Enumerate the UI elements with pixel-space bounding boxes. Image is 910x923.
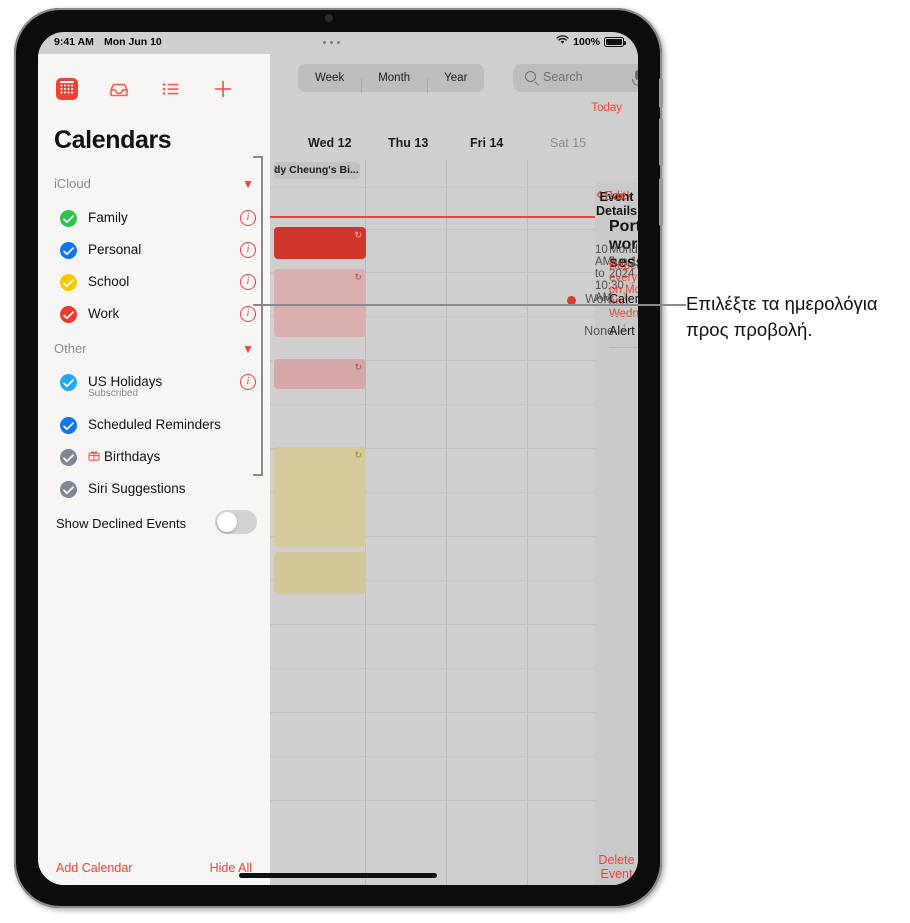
calendar-label: Scheduled Reminders xyxy=(88,417,221,432)
group-label-other: Other xyxy=(54,341,87,356)
calendar-label: School xyxy=(88,274,130,289)
calendar-event-block[interactable]: ↻ xyxy=(274,359,366,389)
calendar-view-icon[interactable] xyxy=(56,78,78,100)
checkmark-icon xyxy=(60,417,77,434)
microphone-icon[interactable] xyxy=(632,70,638,86)
home-indicator[interactable] xyxy=(239,873,437,878)
event-details-panel: Back Event Details Edit Portfolio work s… xyxy=(567,182,638,885)
segment-month[interactable]: Month xyxy=(361,72,427,93)
edit-button[interactable]: Edit xyxy=(604,189,626,203)
calendar-row-work[interactable]: Work i xyxy=(54,302,256,332)
day-header-wed[interactable]: Wed 12 xyxy=(308,136,352,150)
detail-value: None xyxy=(584,324,614,338)
status-time: 9:41 AM xyxy=(54,36,94,48)
column-separator xyxy=(446,160,447,885)
repeat-icon: ↻ xyxy=(354,450,362,460)
add-event-icon[interactable] xyxy=(212,78,234,100)
segment-week[interactable]: Week xyxy=(298,72,361,84)
calendar-label: Family xyxy=(88,210,128,225)
volume-up-button[interactable] xyxy=(659,118,663,166)
show-declined-label: Show Declined Events xyxy=(56,516,187,531)
calendar-row-siri-suggestions[interactable]: Siri Suggestions xyxy=(54,477,256,507)
checkmark-icon xyxy=(60,481,77,498)
callout-bracket xyxy=(253,156,263,476)
calendar-row-birthdays[interactable]: Birthdays xyxy=(54,445,256,475)
day-header-sat[interactable]: Sat 15 xyxy=(550,136,586,150)
calendar-label: Birthdays xyxy=(104,449,161,464)
repeat-icon: ↻ xyxy=(354,362,362,372)
detail-row-alert[interactable]: Alert None ↕ xyxy=(584,316,638,348)
calendar-event-block[interactable]: ↻ xyxy=(274,227,366,259)
delete-event-button[interactable]: Delete Event xyxy=(595,853,638,881)
checkmark-icon xyxy=(60,242,77,259)
calendar-label: Personal xyxy=(88,242,142,257)
column-separator xyxy=(527,160,528,885)
checkmark-icon xyxy=(60,449,77,466)
calendar-row-scheduled-reminders[interactable]: Scheduled Reminders xyxy=(54,413,256,443)
battery-icon xyxy=(604,36,626,47)
show-declined-toggle[interactable] xyxy=(215,510,257,534)
current-time-indicator xyxy=(270,216,638,218)
stepper-chevrons-icon[interactable]: ↕ xyxy=(622,290,628,301)
checkmark-icon xyxy=(60,306,77,323)
calendar-label: Work xyxy=(88,306,120,321)
day-header-thu[interactable]: Thu 13 xyxy=(388,136,428,150)
calendar-row-school[interactable]: School i xyxy=(54,270,256,300)
checkmark-icon xyxy=(60,274,77,291)
front-camera-icon xyxy=(325,14,333,22)
checkmark-icon xyxy=(60,210,77,227)
detail-row-calendar[interactable]: Calendar Work ↕ xyxy=(567,284,638,316)
add-calendar-button[interactable]: Add Calendar xyxy=(56,861,132,875)
group-header-other[interactable]: Other ▼ xyxy=(54,341,254,356)
search-icon xyxy=(525,71,536,82)
calendar-row-family[interactable]: Family i xyxy=(54,206,256,236)
calendar-row-personal[interactable]: Personal i xyxy=(54,238,256,268)
calendar-label: Siri Suggestions xyxy=(88,481,186,496)
status-date: Mon Jun 10 xyxy=(104,36,162,48)
repeat-icon: ↻ xyxy=(354,272,362,282)
search-placeholder: Search xyxy=(543,70,583,84)
all-day-event-pill[interactable]: dy Cheung's Bi... ↻ xyxy=(274,162,360,179)
stepper-chevrons-icon[interactable]: ↕ xyxy=(622,322,628,333)
list-view-icon[interactable] xyxy=(160,78,182,100)
event-details-header: Back Event Details Edit xyxy=(595,182,638,218)
volume-down-button[interactable] xyxy=(659,178,663,226)
ipad-screen: 9:41 AM Mon Jun 10 100% Calendars iCloud… xyxy=(38,32,638,885)
checkmark-icon xyxy=(60,374,77,391)
sidebar-toolbar xyxy=(56,78,234,100)
today-button[interactable]: Today xyxy=(591,102,622,114)
repeat-icon: ↻ xyxy=(274,165,281,174)
inbox-icon[interactable] xyxy=(108,78,130,100)
wifi-icon xyxy=(556,35,569,48)
calendar-row-us-holidays[interactable]: US Holidays Subscribed i xyxy=(54,370,256,406)
page-title: Calendars xyxy=(54,126,172,154)
segment-year[interactable]: Year xyxy=(427,72,484,93)
calendars-sidebar: Calendars iCloud ▼ Family i Personal i S… xyxy=(38,54,270,885)
day-header-fri[interactable]: Fri 14 xyxy=(470,136,503,150)
battery-percent: 100% xyxy=(573,35,600,48)
status-bar: 9:41 AM Mon Jun 10 100% xyxy=(38,32,638,54)
day-header-row: Wed 12 Thu 13 Fri 14 Sat 15 xyxy=(270,132,638,160)
calendar-label: US Holidays xyxy=(88,374,163,389)
calendar-event-block[interactable]: ↻ xyxy=(274,269,366,337)
calendar-event-block[interactable]: ↻ xyxy=(274,447,366,547)
screenshot-root: 9:41 AM Mon Jun 10 100% Calendars iCloud… xyxy=(0,0,910,923)
calendar-sublabel: Subscribed xyxy=(88,388,139,399)
repeat-icon: ↻ xyxy=(354,230,362,240)
search-field[interactable]: Search xyxy=(513,64,638,92)
calendar-event-block[interactable] xyxy=(274,552,366,594)
event-details-footer: Delete Event xyxy=(595,843,638,885)
gift-icon xyxy=(88,449,100,464)
callout-text: Επιλέξτε τα ημερολόγια προς προβολή. xyxy=(686,293,878,341)
group-header-icloud[interactable]: iCloud ▼ xyxy=(54,176,254,191)
status-right-cluster: 100% xyxy=(556,35,626,48)
callout-leader-line xyxy=(253,304,686,306)
calendar-grid-area: Week Month Year Search Today Wed 12 Thu … xyxy=(270,54,638,885)
power-button[interactable] xyxy=(659,78,663,108)
multitask-dots-icon[interactable] xyxy=(323,41,340,44)
view-segmented-control[interactable]: Week Month Year xyxy=(298,64,485,93)
group-label-icloud: iCloud xyxy=(54,176,91,191)
